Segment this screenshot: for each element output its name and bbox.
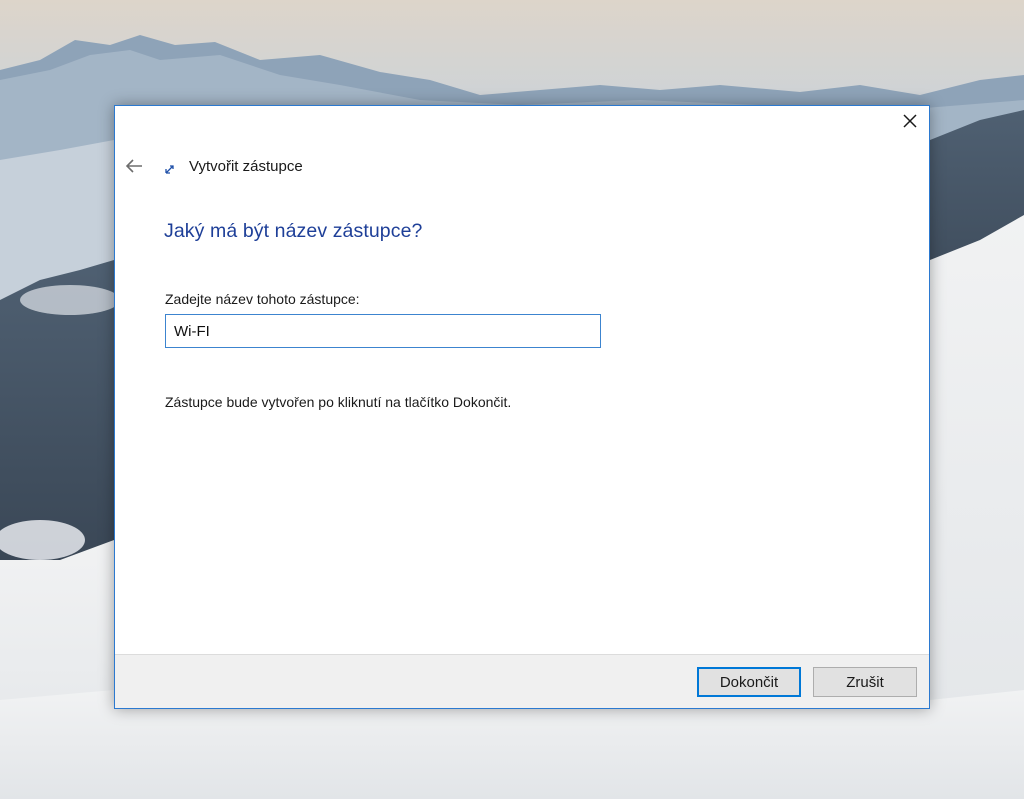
name-field-label: Zadejte název tohoto zástupce:	[165, 291, 360, 307]
dialog-title: Vytvořit zástupce	[189, 157, 303, 175]
page-heading: Jaký má být název zástupce?	[164, 220, 423, 242]
dialog-header: Vytvořit zástupce	[123, 154, 303, 178]
back-button[interactable]	[123, 155, 145, 177]
dialog-footer: Dokončit Zrušit	[115, 654, 929, 708]
back-arrow-icon	[125, 159, 142, 173]
close-icon	[903, 114, 917, 128]
cancel-button[interactable]: Zrušit	[813, 667, 917, 697]
shortcut-name-input[interactable]	[165, 314, 601, 348]
close-button[interactable]	[897, 109, 923, 133]
create-shortcut-dialog: Vytvořit zástupce Jaký má být název zást…	[114, 105, 930, 709]
shortcut-icon	[164, 163, 176, 175]
finish-button[interactable]: Dokončit	[697, 667, 801, 697]
info-text: Zástupce bude vytvořen po kliknutí na tl…	[165, 394, 512, 410]
